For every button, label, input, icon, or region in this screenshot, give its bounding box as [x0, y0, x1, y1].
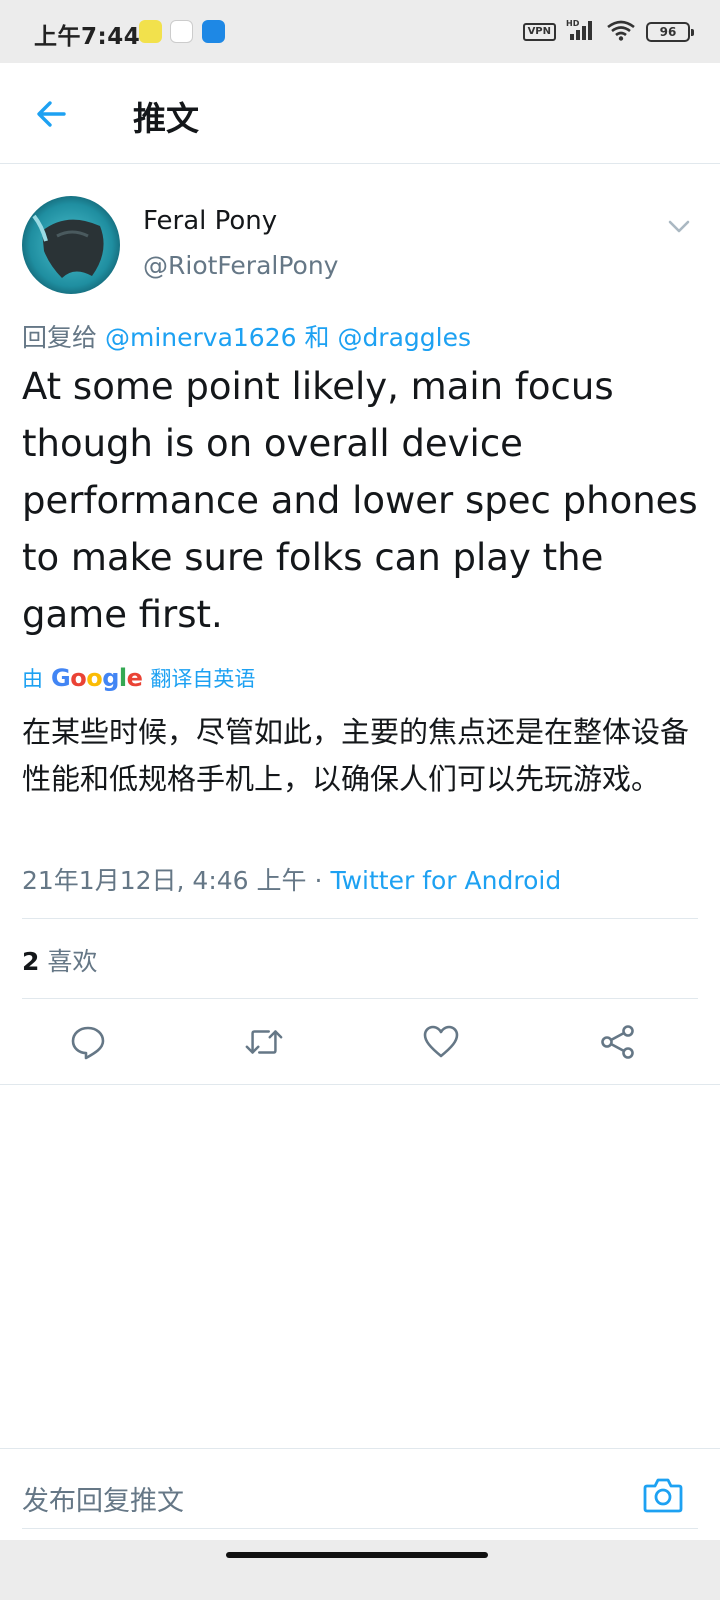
app-bar: 推文	[0, 63, 720, 164]
translated-prefix: 由	[22, 667, 43, 691]
likes-count: 2	[22, 947, 40, 976]
camera-icon	[643, 1478, 683, 1513]
divider	[22, 1528, 698, 1529]
notification-app-icon	[139, 20, 162, 43]
more-options-button[interactable]	[664, 212, 694, 242]
author-handle[interactable]: @RiotFeralPony	[143, 251, 338, 280]
reply-button[interactable]	[68, 1022, 108, 1062]
author-name[interactable]: Feral Pony	[143, 206, 277, 236]
avatar[interactable]	[22, 196, 120, 294]
reply-input[interactable]: 发布回复推文	[22, 1479, 184, 1518]
arrow-left-icon	[37, 101, 66, 127]
tweet-meta: 21年1月12日, 4:46 上午 · Twitter for Android	[22, 861, 561, 897]
status-time: 上午7:44	[34, 24, 141, 50]
like-button[interactable]	[421, 1022, 461, 1062]
translated-suffix: 翻译自英语	[150, 667, 256, 691]
google-logo: Google	[51, 664, 143, 692]
tweet-text: At some point likely, main focus though …	[22, 365, 698, 636]
battery-indicator: 96	[646, 22, 694, 42]
tweet-actions	[0, 1000, 720, 1084]
translation-attribution: 由 Google 翻译自英语	[22, 663, 255, 693]
divider	[22, 918, 698, 919]
reply-to-line: 回复给 @minerva1626 和 @draggles	[22, 318, 471, 354]
tweet-timestamp: 21年1月12日, 4:46 上午	[22, 866, 307, 895]
comment-icon	[71, 1026, 105, 1060]
share-button[interactable]	[598, 1022, 638, 1062]
network-label: HD	[566, 19, 580, 28]
reply-conjunction: 和	[304, 323, 330, 352]
divider	[22, 998, 698, 999]
reply-prefix: 回复给	[22, 323, 98, 352]
system-nav-bar	[0, 1540, 720, 1600]
meta-separator: ·	[314, 866, 323, 895]
home-indicator[interactable]	[226, 1552, 488, 1558]
translation-text: 在某些时候，尽管如此，主要的焦点还是在整体设备性能和低规格手机上，以确保人们可以…	[22, 715, 690, 796]
tweet-source-link[interactable]: Twitter for Android	[330, 866, 561, 895]
status-indicators: VPN HD 96	[522, 19, 694, 45]
likes-label: 喜欢	[47, 947, 98, 976]
reply-composer[interactable]: 发布回复推文	[0, 1448, 720, 1548]
heart-icon	[423, 1025, 459, 1058]
signal-icon: HD	[566, 19, 596, 45]
divider	[0, 1084, 720, 1085]
back-button[interactable]	[30, 93, 72, 135]
mention-link[interactable]: @minerva1626	[105, 323, 297, 352]
status-bar: 上午7:44 VPN HD 96	[0, 0, 720, 63]
retweet-icon	[245, 1030, 283, 1054]
vpn-badge: VPN	[522, 23, 556, 41]
camera-button[interactable]	[642, 1474, 684, 1516]
notification-cursor-icon	[202, 20, 225, 43]
notification-send-icon	[170, 20, 193, 43]
retweet-button[interactable]	[244, 1022, 284, 1062]
share-icon	[601, 1025, 634, 1059]
mention-link[interactable]: @draggles	[337, 323, 471, 352]
page-title: 推文	[133, 99, 199, 138]
wifi-icon	[606, 19, 636, 45]
chevron-down-icon	[668, 220, 690, 233]
likes-stat[interactable]: 2 喜欢	[22, 942, 97, 978]
